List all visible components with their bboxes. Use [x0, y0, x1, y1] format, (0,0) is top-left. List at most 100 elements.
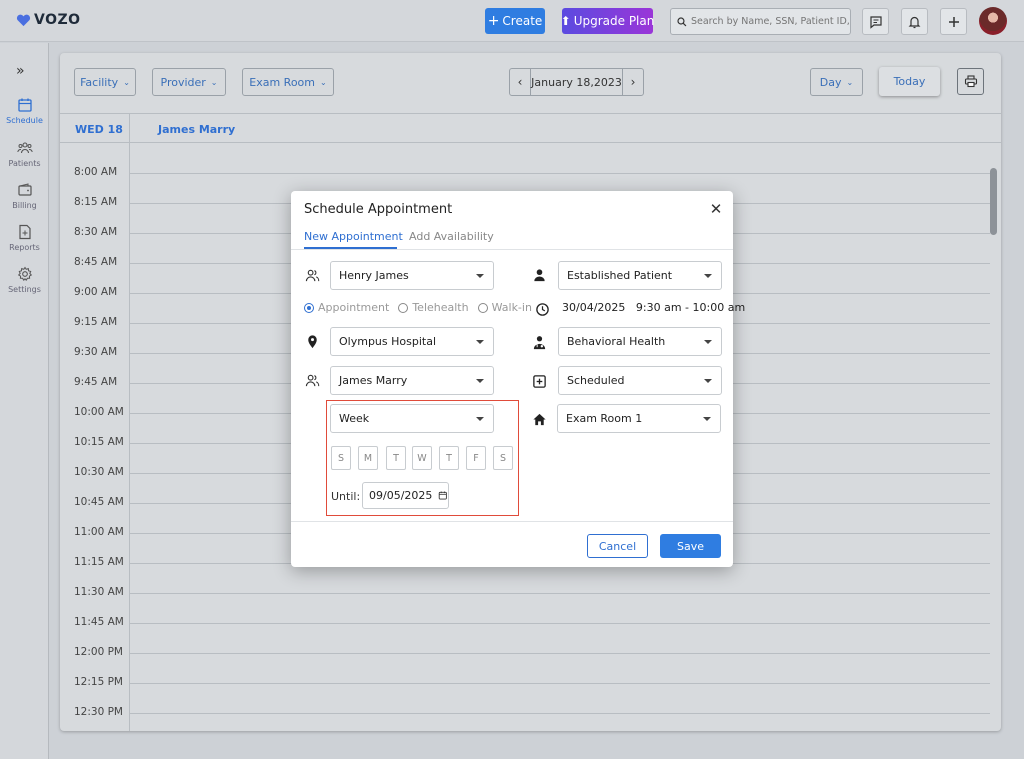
- sidebar-item-schedule[interactable]: Schedule: [0, 97, 49, 125]
- sidebar-item-billing[interactable]: Billing: [0, 182, 49, 210]
- time-slot-line: [130, 713, 990, 714]
- patient-type-select[interactable]: Established Patient: [558, 261, 722, 290]
- patient-type-value: Established Patient: [567, 269, 673, 282]
- time-slot-row[interactable]: 12:30 PM: [60, 706, 990, 731]
- print-button[interactable]: [957, 68, 984, 95]
- caret-down-icon: [476, 340, 484, 344]
- messages-button[interactable]: [862, 8, 889, 35]
- weekday-thursday[interactable]: T: [439, 446, 459, 470]
- status-select[interactable]: Scheduled: [558, 366, 722, 395]
- next-date-button[interactable]: ›: [623, 69, 643, 95]
- sidebar-item-patients[interactable]: Patients: [0, 140, 49, 168]
- chevron-down-icon: ⌄: [846, 77, 854, 87]
- global-search[interactable]: [670, 8, 851, 35]
- time-slot-line: [130, 623, 990, 624]
- time-slot-row[interactable]: 11:45 AM: [60, 616, 990, 653]
- patient-icon: [304, 267, 320, 283]
- app-logo[interactable]: VOZO: [16, 12, 81, 28]
- radio-dot: [398, 302, 409, 313]
- facility-select[interactable]: Olympus Hospital: [330, 327, 494, 356]
- exam-room-filter-label: Exam Room: [249, 75, 316, 89]
- time-slot-label: 8:15 AM: [74, 196, 118, 208]
- day-label: WED 18: [75, 123, 123, 136]
- tab-divider: [291, 249, 733, 250]
- save-button[interactable]: Save: [660, 534, 721, 558]
- printer-icon: [964, 75, 977, 88]
- search-input[interactable]: [690, 16, 850, 27]
- close-icon[interactable]: ✕: [709, 202, 723, 217]
- heart-logo-icon: [16, 14, 31, 26]
- create-button[interactable]: + Create: [485, 8, 545, 34]
- time-slot-line: [130, 653, 990, 654]
- tab-new-appointment[interactable]: New Appointment: [304, 230, 403, 243]
- cancel-button[interactable]: Cancel: [587, 534, 648, 558]
- calendar-icon[interactable]: [438, 490, 448, 501]
- gear-icon: [17, 266, 32, 282]
- time-slot-label: 9:30 AM: [74, 346, 118, 358]
- tab-add-availability[interactable]: Add Availability: [409, 230, 494, 243]
- caret-down-icon: [476, 274, 484, 278]
- time-slot-label: 12:15 PM: [74, 676, 123, 688]
- facility-filter[interactable]: Facility ⌄: [74, 68, 136, 96]
- time-slot-label: 8:45 AM: [74, 256, 118, 268]
- time-slot-label: 11:30 AM: [74, 586, 124, 598]
- notifications-button[interactable]: [901, 8, 928, 35]
- time-slot-label: 8:30 AM: [74, 226, 118, 238]
- time-slot-label: 10:30 AM: [74, 466, 124, 478]
- weekday-sunday[interactable]: S: [331, 446, 351, 470]
- patient-select[interactable]: Henry James: [330, 261, 494, 290]
- recurrence-value: Week: [339, 412, 370, 425]
- radio-dot: [304, 302, 314, 313]
- time-slot-row[interactable]: 12:00 PM: [60, 646, 990, 683]
- time-slot-label: 8:00 AM: [74, 166, 118, 178]
- dialog-title: Schedule Appointment: [304, 202, 453, 217]
- recurrence-select[interactable]: Week: [330, 404, 494, 433]
- radio-appointment[interactable]: Appointment: [304, 301, 389, 314]
- sidebar-item-settings[interactable]: Settings: [0, 266, 49, 294]
- caret-down-icon: [476, 379, 484, 383]
- expand-sidebar-icon[interactable]: »: [16, 63, 25, 79]
- time-slot-label: 10:00 AM: [74, 406, 124, 418]
- weekday-tuesday[interactable]: T: [386, 446, 406, 470]
- appointment-datetime[interactable]: 30/04/2025 9:30 am - 10:00 am: [562, 301, 745, 314]
- time-slot-label: 9:15 AM: [74, 316, 118, 328]
- weekday-wednesday[interactable]: W: [412, 446, 432, 470]
- calendar-scrollbar[interactable]: [990, 168, 997, 235]
- user-avatar[interactable]: [979, 7, 1007, 35]
- exam-room-filter[interactable]: Exam Room ⌄: [242, 68, 334, 96]
- provider-value: James Marry: [339, 374, 408, 387]
- caret-down-icon: [704, 340, 712, 344]
- radio-label: Telehealth: [412, 301, 469, 314]
- weekday-friday[interactable]: F: [466, 446, 486, 470]
- upgrade-label: Upgrade Plan: [573, 14, 655, 28]
- time-slot-label: 10:15 AM: [74, 436, 124, 448]
- top-bar: VOZO + Create ⬆ Upgrade Plan: [0, 0, 1024, 42]
- until-date-input[interactable]: 09/05/2025: [362, 482, 449, 509]
- radio-telehealth[interactable]: Telehealth: [398, 301, 469, 314]
- visit-type-group: Appointment Telehealth Walk-in: [304, 301, 532, 314]
- view-selector[interactable]: Day ⌄: [810, 68, 863, 96]
- time-slot-label: 11:15 AM: [74, 556, 124, 568]
- person-icon: [531, 267, 547, 283]
- specialty-select[interactable]: Behavioral Health: [558, 327, 722, 356]
- radio-walk-in[interactable]: Walk-in: [477, 301, 532, 314]
- sidebar-item-label: Settings: [8, 285, 41, 294]
- today-button[interactable]: Today: [879, 67, 940, 96]
- time-slot-label: 10:45 AM: [74, 496, 124, 508]
- sidebar-item-label: Reports: [9, 243, 40, 252]
- weekday-saturday[interactable]: S: [493, 446, 513, 470]
- time-slot-label: 9:45 AM: [74, 376, 118, 388]
- sidebar-item-reports[interactable]: Reports: [0, 224, 49, 252]
- wallet-icon: [17, 183, 32, 196]
- prev-date-button[interactable]: ‹: [510, 69, 530, 95]
- time-slot-row[interactable]: 11:15 AM: [60, 556, 990, 593]
- time-slot-label: 9:00 AM: [74, 286, 118, 298]
- weekday-monday[interactable]: M: [358, 446, 378, 470]
- provider-filter[interactable]: Provider ⌄: [152, 68, 226, 96]
- exam-room-select[interactable]: Exam Room 1: [557, 404, 721, 433]
- time-slot-row[interactable]: 12:15 PM: [60, 676, 990, 713]
- add-button[interactable]: [940, 8, 967, 35]
- time-slot-row[interactable]: 11:30 AM: [60, 586, 990, 623]
- provider-select[interactable]: James Marry: [330, 366, 494, 395]
- upgrade-plan-button[interactable]: ⬆ Upgrade Plan: [561, 8, 655, 34]
